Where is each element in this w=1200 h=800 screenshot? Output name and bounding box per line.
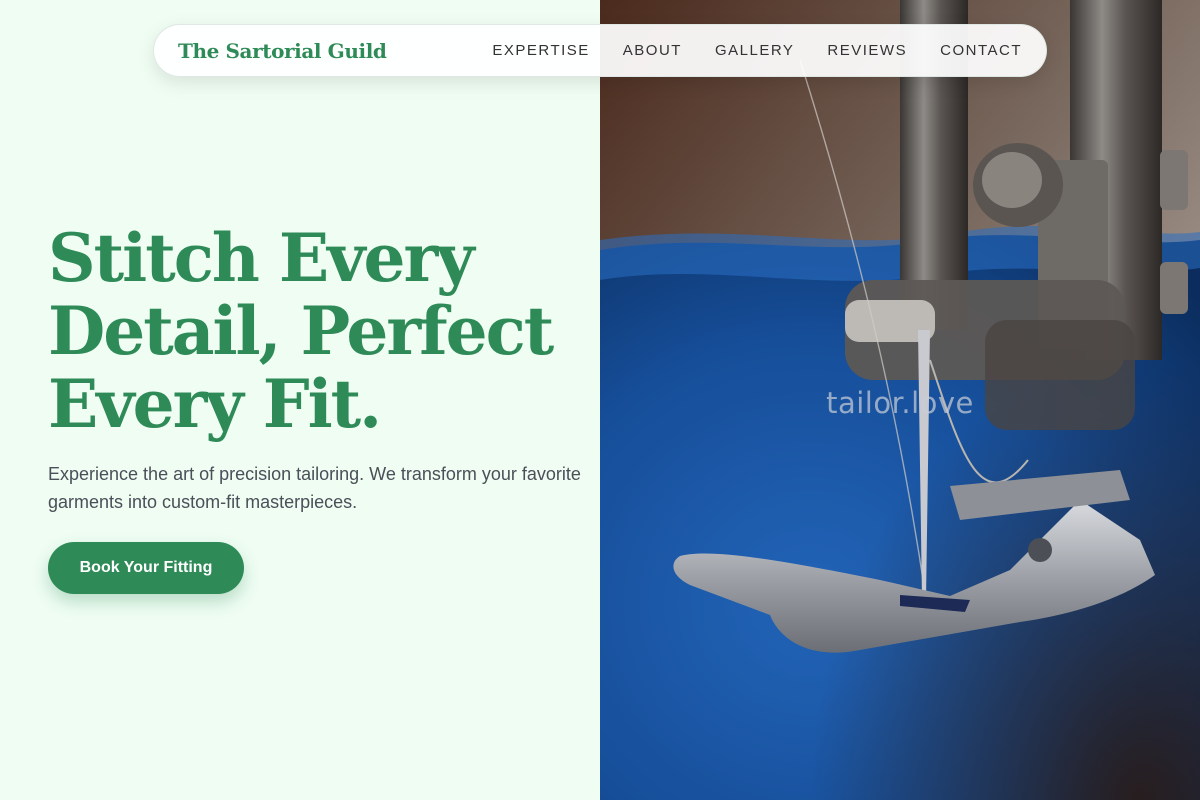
nav-link-gallery[interactable]: GALLERY [715, 42, 794, 59]
top-navbar: The Sartorial Guild EXPERTISE ABOUT GALL… [153, 24, 1047, 77]
nav-link-reviews[interactable]: REVIEWS [827, 42, 907, 59]
watermark-text: tailor.love [826, 386, 974, 420]
hero-description: Experience the art of precision tailorin… [48, 464, 581, 512]
nav-link-contact[interactable]: CONTACT [940, 42, 1022, 59]
brand-logo-link[interactable]: The Sartorial Guild [178, 39, 387, 63]
hero-title: Stitch Every Detail, Perfect Every Fit. [48, 219, 554, 443]
book-fitting-button[interactable]: Book Your Fitting [48, 542, 244, 594]
nav-link-about[interactable]: ABOUT [623, 42, 682, 59]
sewing-machine-photo: tailor.love [600, 0, 1200, 800]
nav-links: EXPERTISE ABOUT GALLERY REVIEWS CONTACT [492, 42, 1022, 59]
nav-link-expertise[interactable]: EXPERTISE [492, 42, 589, 59]
